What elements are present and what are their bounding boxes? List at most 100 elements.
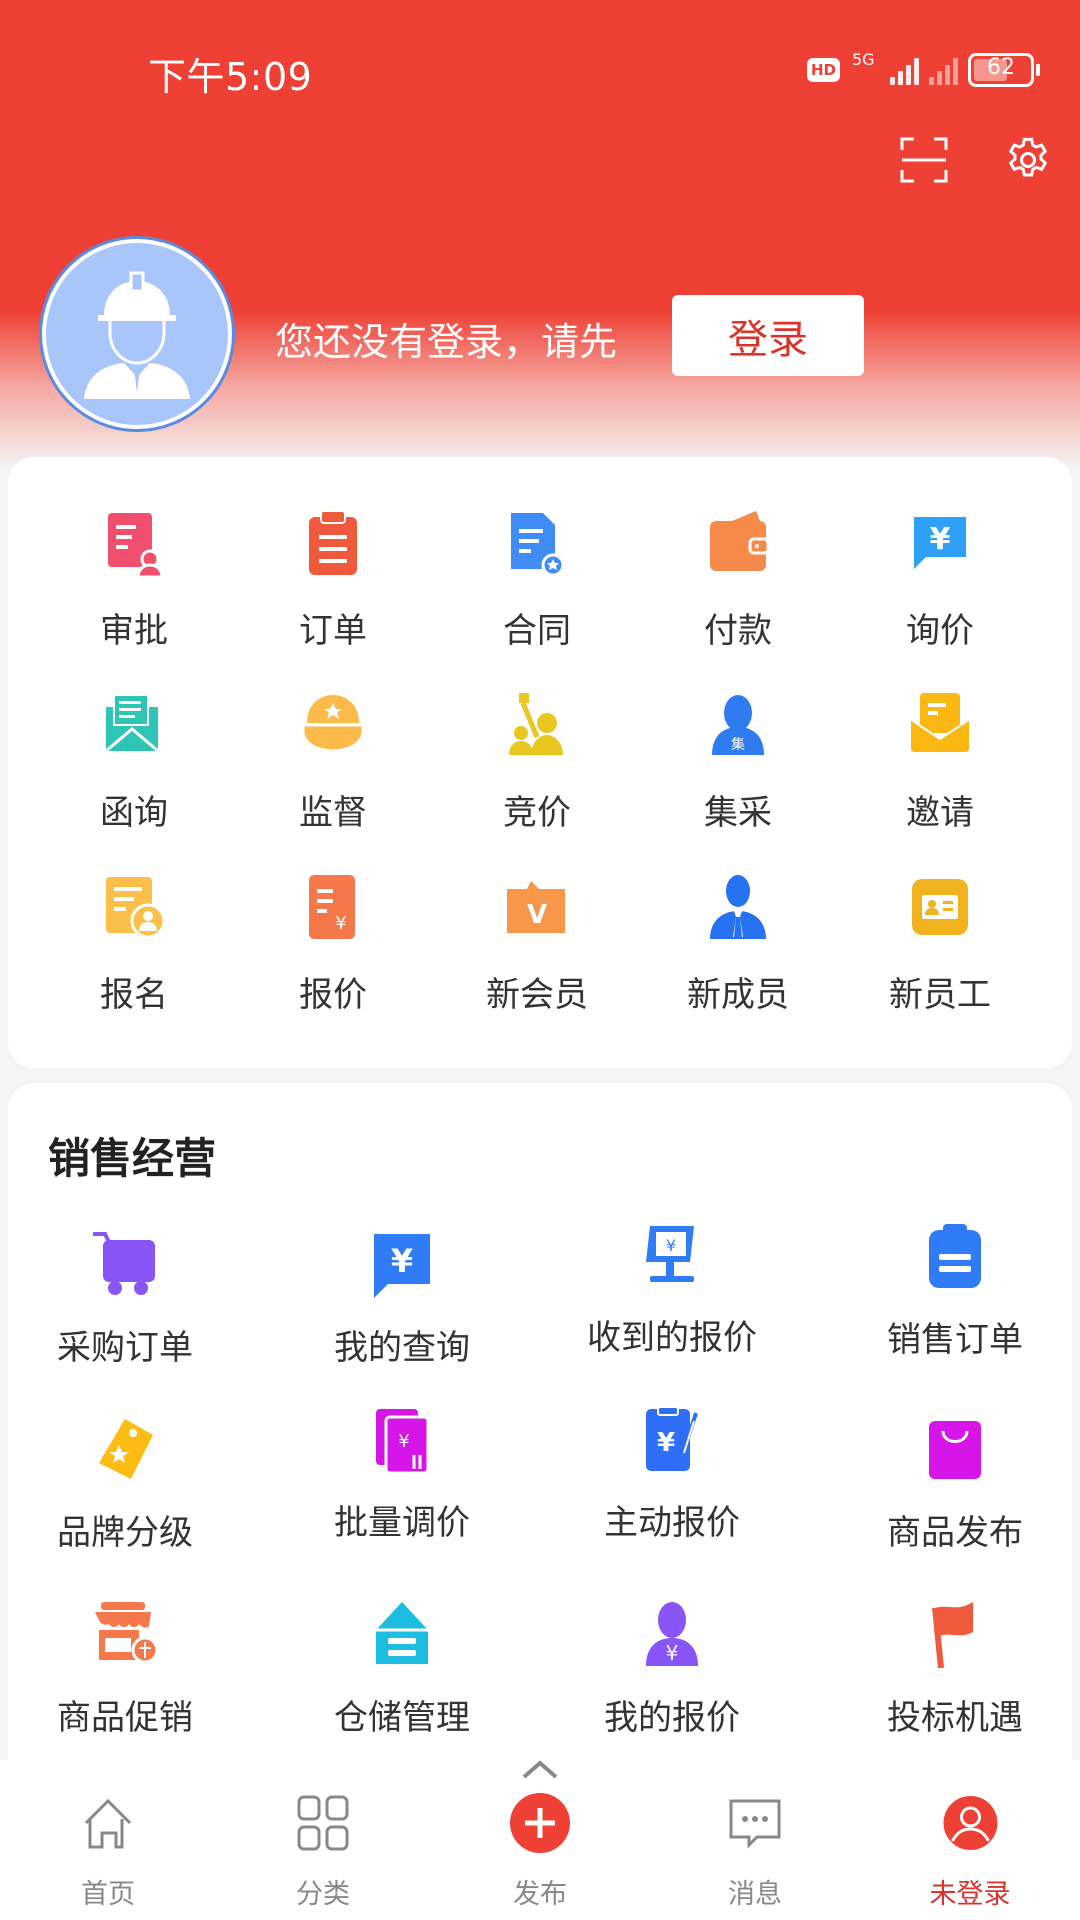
quick-item-10[interactable]: 邀请 — [904, 689, 976, 834]
battery-icon: 62 — [968, 53, 1040, 87]
login-prompt: 您还没有登录，请先 — [275, 320, 618, 364]
bidding-icon — [501, 689, 573, 761]
sales-item-9[interactable]: 商品促销 — [57, 1598, 193, 1739]
section-title: 销售经营 — [48, 1134, 217, 1183]
quick-actions-card: 审批 订单 合同 付款 ¥ 询价 函询 监督 竞价 集 集采 邀请 报名 ¥ 报价 V … — [8, 457, 1072, 1068]
invitation-icon — [904, 689, 976, 761]
quick-item-label: 新成员 — [687, 975, 789, 1015]
tab-grid[interactable]: 分类 — [290, 1790, 356, 1911]
svg-text:¥: ¥ — [335, 913, 346, 934]
sales-item-3[interactable]: ¥ 收到的报价 — [587, 1218, 757, 1359]
quick-item-6[interactable]: 函询 — [98, 689, 170, 834]
sales-item-1[interactable]: 采购订单 — [57, 1228, 193, 1369]
store-promo-icon — [89, 1598, 161, 1670]
sales-item-10[interactable]: 仓储管理 — [334, 1598, 470, 1739]
batch-price-icon: ¥ — [366, 1403, 438, 1475]
signup-icon — [98, 871, 170, 943]
sales-item-label: 我的查询 — [334, 1328, 470, 1368]
status-indicators: HD 5G 62 — [806, 50, 1040, 90]
scan-icon[interactable] — [898, 134, 950, 186]
sales-item-8[interactable]: 商品发布 — [887, 1413, 1023, 1554]
sales-item-7[interactable]: ¥ 主动报价 — [604, 1403, 740, 1544]
police-cap-icon — [297, 689, 369, 761]
sales-item-label: 主动报价 — [604, 1503, 740, 1543]
new-member-icon: V — [501, 871, 573, 943]
quick-item-4[interactable]: 付款 — [702, 507, 774, 652]
quick-item-label: 新会员 — [486, 975, 588, 1015]
sales-item-11[interactable]: ¥ 我的报价 — [604, 1598, 740, 1739]
sales-item-label: 商品促销 — [57, 1698, 193, 1738]
quick-item-1[interactable]: 审批 — [98, 507, 170, 652]
sales-item-6[interactable]: ¥ 批量调价 — [334, 1403, 470, 1544]
quick-item-13[interactable]: V 新会员 — [486, 871, 588, 1016]
order-clipboard-icon — [297, 507, 369, 579]
quick-item-label: 监督 — [299, 793, 367, 833]
worker-avatar-icon — [84, 271, 190, 399]
chevron-up-icon[interactable] — [520, 1757, 560, 1781]
tab-label: 未登录 — [929, 1879, 1011, 1910]
sales-item-label: 商品发布 — [887, 1513, 1023, 1553]
quick-item-label: 集采 — [704, 793, 772, 833]
tab-label: 发布 — [513, 1879, 567, 1910]
group-purchase-icon: 集 — [702, 689, 774, 761]
new-person-icon — [702, 871, 774, 943]
network-label: 5G — [852, 50, 875, 69]
plus-circle-icon — [507, 1790, 573, 1856]
hd-badge: HD — [806, 58, 840, 82]
svg-text:V: V — [527, 900, 547, 930]
quick-item-5[interactable]: ¥ 询价 — [904, 507, 976, 652]
quick-item-9[interactable]: 集 集采 — [702, 689, 774, 834]
quick-item-label: 新员工 — [889, 975, 991, 1015]
sales-item-label: 收到的报价 — [587, 1318, 757, 1358]
quick-item-15[interactable]: 新员工 — [889, 871, 991, 1016]
sales-item-5[interactable]: 品牌分级 — [57, 1413, 193, 1554]
sales-item-2[interactable]: ¥ 我的查询 — [334, 1228, 470, 1369]
tab-message[interactable]: 消息 — [722, 1790, 788, 1911]
quick-item-12[interactable]: ¥ 报价 — [297, 871, 369, 1016]
sales-item-label: 投标机遇 — [887, 1698, 1023, 1738]
svg-text:¥: ¥ — [391, 1242, 413, 1280]
tab-label: 消息 — [728, 1879, 782, 1910]
sales-item-label: 销售订单 — [887, 1320, 1023, 1360]
avatar[interactable] — [42, 239, 232, 429]
svg-text:¥: ¥ — [666, 1236, 676, 1255]
quick-item-label: 审批 — [100, 611, 168, 651]
inquiry-yuan-icon: ¥ — [904, 507, 976, 579]
quick-item-label: 付款 — [704, 611, 772, 651]
tab-home[interactable]: 首页 — [75, 1790, 141, 1911]
quick-item-2[interactable]: 订单 — [297, 507, 369, 652]
svg-text:¥: ¥ — [930, 522, 951, 557]
active-quote-icon: ¥ — [636, 1403, 708, 1475]
grid-icon — [290, 1790, 356, 1856]
warehouse-icon — [366, 1598, 438, 1670]
quick-item-3[interactable]: 合同 — [501, 507, 573, 652]
quick-item-8[interactable]: 竞价 — [501, 689, 573, 834]
gear-icon[interactable] — [1002, 134, 1054, 186]
wallet-icon — [702, 507, 774, 579]
sales-item-12[interactable]: 投标机遇 — [887, 1598, 1023, 1739]
tab-label: 首页 — [81, 1879, 135, 1910]
bottom-tab-bar: 首页 分类 发布 消息 未登录 — [0, 1760, 1080, 1920]
tab-plus-circle[interactable]: 发布 — [507, 1790, 573, 1911]
user-circle-icon — [937, 1790, 1003, 1856]
quick-item-11[interactable]: 报名 — [98, 871, 170, 1016]
sales-item-label: 仓储管理 — [334, 1698, 470, 1738]
quick-item-label: 邀请 — [906, 793, 974, 833]
home-icon — [75, 1790, 141, 1856]
tab-user-circle[interactable]: 未登录 — [930, 1790, 1011, 1911]
query-yuan-icon: ¥ — [366, 1228, 438, 1300]
network-type: 5G — [850, 50, 880, 90]
quick-item-14[interactable]: 新成员 — [687, 871, 789, 1016]
cart-icon — [89, 1228, 161, 1300]
shopping-bag-icon — [919, 1413, 991, 1485]
login-button[interactable]: 登录 — [672, 295, 864, 376]
envelope-icon — [98, 689, 170, 761]
sales-item-label: 品牌分级 — [57, 1513, 193, 1553]
received-quote-icon: ¥ — [636, 1218, 708, 1290]
sales-item-4[interactable]: 销售订单 — [887, 1220, 1023, 1361]
quick-item-7[interactable]: 监督 — [297, 689, 369, 834]
quick-item-label: 竞价 — [503, 793, 571, 833]
sales-section-card: 销售经营 采购订单 ¥ 我的查询 ¥ 收到的报价 销售订单 品牌分级 ¥ 批量调价 ¥ … — [8, 1083, 1072, 1803]
my-quote-icon: ¥ — [636, 1598, 708, 1670]
quote-icon: ¥ — [297, 871, 369, 943]
